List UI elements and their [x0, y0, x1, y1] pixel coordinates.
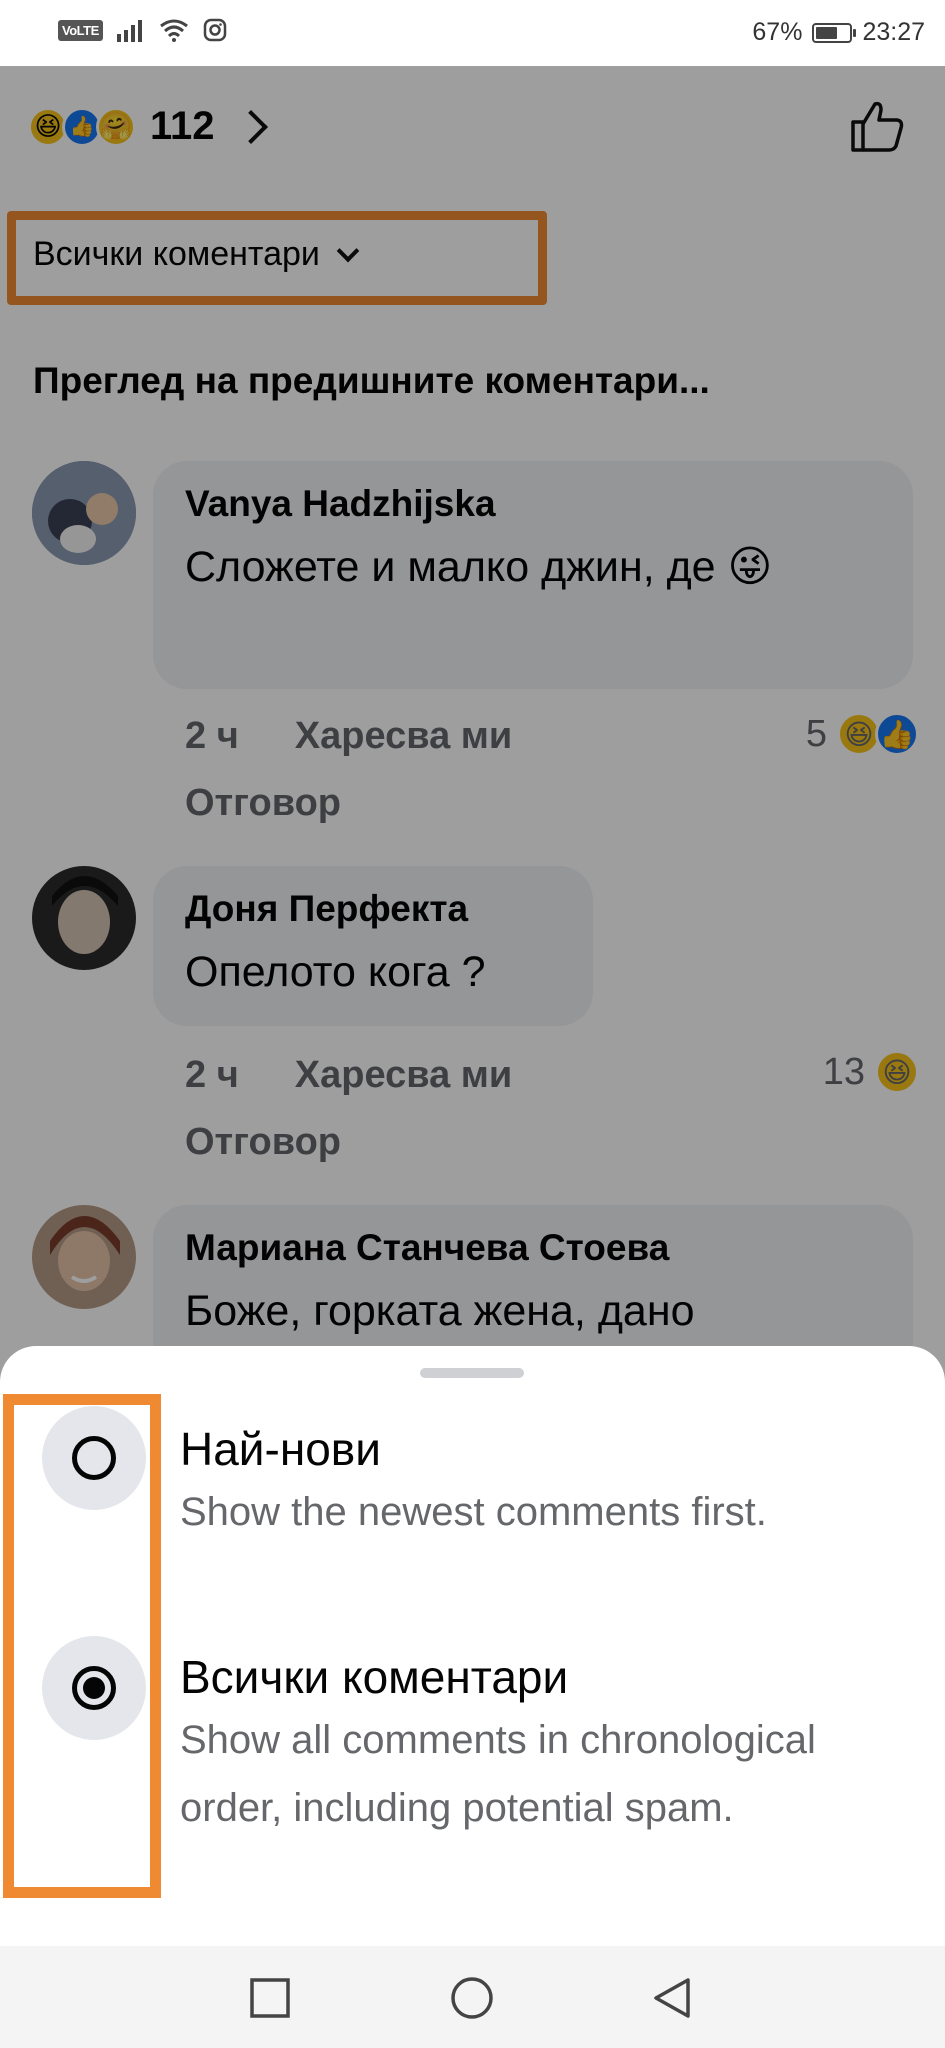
home-circle-icon[interactable]: [450, 1976, 494, 2020]
sort-option-description: Show the newest comments first.: [180, 1490, 767, 1534]
wifi-icon: [159, 19, 188, 42]
clock: 23:27: [862, 18, 925, 46]
battery-percent: 67%: [752, 18, 803, 46]
sort-option-title: Всички коментари: [180, 1651, 569, 1703]
status-bar: VoLTE 67% 23:27: [0, 0, 945, 66]
instagram-icon: [203, 18, 226, 42]
volte-icon: VoLTE: [58, 19, 103, 41]
sort-option-description: Show all comments in chronological order…: [180, 1718, 816, 1830]
back-triangle-icon[interactable]: [650, 1976, 694, 2020]
battery-icon: [812, 22, 857, 43]
drag-handle[interactable]: [420, 1368, 524, 1378]
signal-icon: [116, 20, 142, 42]
recents-square-icon[interactable]: [248, 1976, 292, 2020]
radio-highlight-box: [3, 1394, 161, 1898]
system-navigation-bar: [0, 1946, 945, 2048]
sort-option-title: Най-нови: [180, 1423, 381, 1475]
